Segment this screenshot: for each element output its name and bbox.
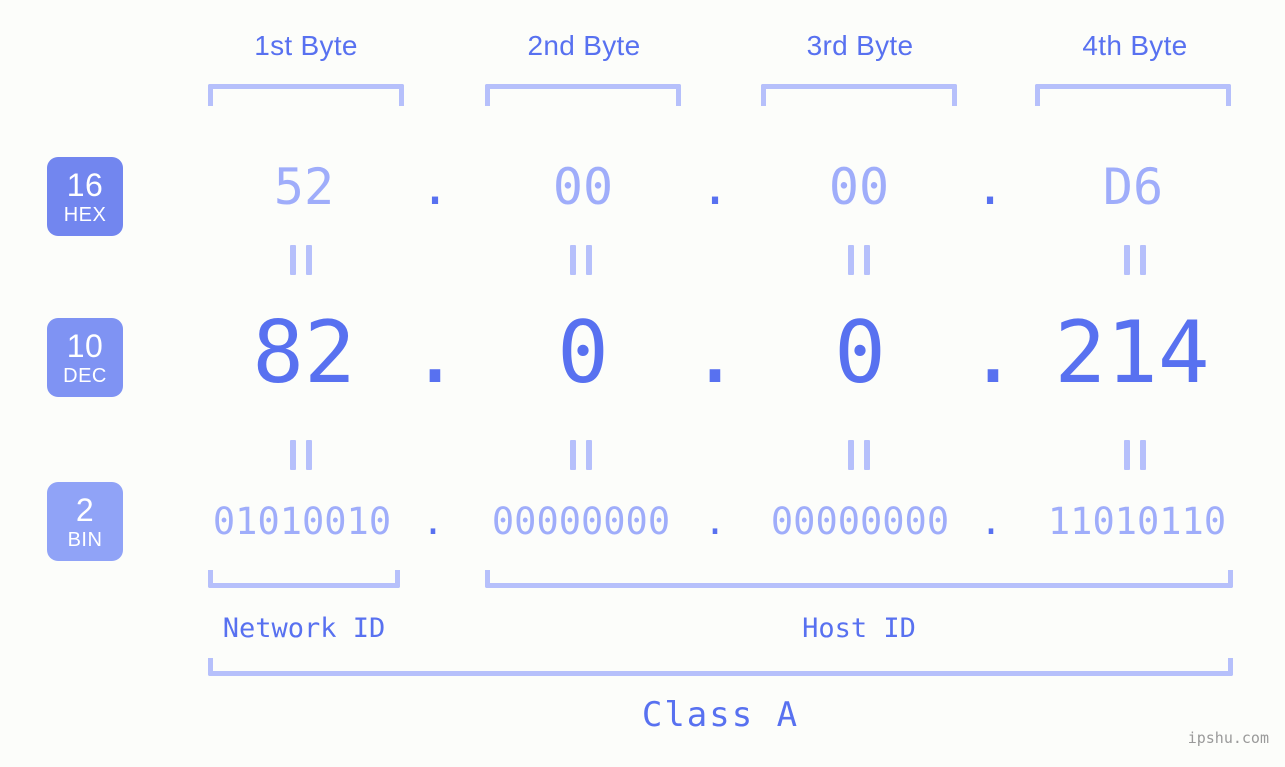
byte-header-4-label: 4th Byte	[1082, 30, 1188, 61]
bin-octet-4: 11010110	[1047, 500, 1227, 543]
byte-header-1-label: 1st Byte	[254, 30, 358, 61]
equals-connector-hex-dec-1	[290, 245, 312, 275]
equals-connector-hex-dec-3	[848, 245, 870, 275]
base-badge-dec-abbr: DEC	[63, 364, 107, 387]
byte-bracket-4	[1035, 84, 1231, 106]
base-badge-bin-number: 2	[75, 491, 95, 528]
dec-octet-4: 214	[1054, 303, 1210, 403]
byte-bracket-2	[485, 84, 681, 106]
base-badge-bin-abbr: BIN	[67, 528, 103, 551]
network-id-label: Network ID	[222, 613, 386, 644]
base-badge-dec-number: 10	[66, 327, 104, 364]
base-badge-bin: 2 BIN	[47, 482, 123, 561]
equals-connector-dec-bin-3	[848, 440, 870, 470]
byte-bracket-1	[208, 84, 404, 106]
dec-separator-1: .	[409, 303, 461, 403]
ip-breakdown-diagram: 1st Byte 2nd Byte 3rd Byte 4th Byte 16 H…	[0, 0, 1285, 767]
dec-separator-2: .	[689, 303, 741, 403]
byte-header-3: 3rd Byte	[760, 30, 960, 62]
equals-connector-dec-bin-2	[570, 440, 592, 470]
bin-separator-3: .	[979, 500, 1003, 543]
byte-header-3-label: 3rd Byte	[806, 30, 914, 61]
bin-octet-2: 00000000	[491, 500, 671, 543]
equals-connector-dec-bin-4	[1124, 440, 1146, 470]
class-bracket	[208, 658, 1233, 676]
hex-separator-2: .	[699, 158, 731, 216]
byte-header-4: 4th Byte	[1035, 30, 1235, 62]
equals-connector-hex-dec-4	[1124, 245, 1146, 275]
bin-octet-3: 00000000	[770, 500, 950, 543]
byte-header-1: 1st Byte	[206, 30, 406, 62]
base-badge-hex-abbr: HEX	[63, 203, 107, 226]
network-id-bracket	[208, 570, 400, 588]
hex-separator-1: .	[419, 158, 451, 216]
hex-octet-3: 00	[828, 158, 890, 216]
hex-octet-2: 00	[552, 158, 614, 216]
hex-octet-4: D6	[1102, 158, 1164, 216]
dec-separator-3: .	[967, 303, 1019, 403]
host-id-label: Host ID	[802, 613, 916, 644]
byte-header-2-label: 2nd Byte	[527, 30, 641, 61]
base-badge-dec: 10 DEC	[47, 318, 123, 397]
hex-octet-1: 52	[273, 158, 335, 216]
class-label: Class A	[641, 695, 800, 735]
dec-octet-2: 0	[557, 303, 609, 403]
base-badge-hex-number: 16	[66, 166, 104, 203]
base-badge-hex: 16 HEX	[47, 157, 123, 236]
equals-connector-hex-dec-2	[570, 245, 592, 275]
dec-octet-1: 82	[252, 303, 356, 403]
host-id-bracket	[485, 570, 1233, 588]
bin-octet-1: 01010010	[212, 500, 392, 543]
bin-separator-1: .	[421, 500, 445, 543]
byte-bracket-3	[761, 84, 957, 106]
byte-header-2: 2nd Byte	[484, 30, 684, 62]
hex-separator-3: .	[974, 158, 1006, 216]
bin-separator-2: .	[703, 500, 727, 543]
dec-octet-3: 0	[834, 303, 886, 403]
equals-connector-dec-bin-1	[290, 440, 312, 470]
watermark: ipshu.com	[1187, 729, 1269, 747]
